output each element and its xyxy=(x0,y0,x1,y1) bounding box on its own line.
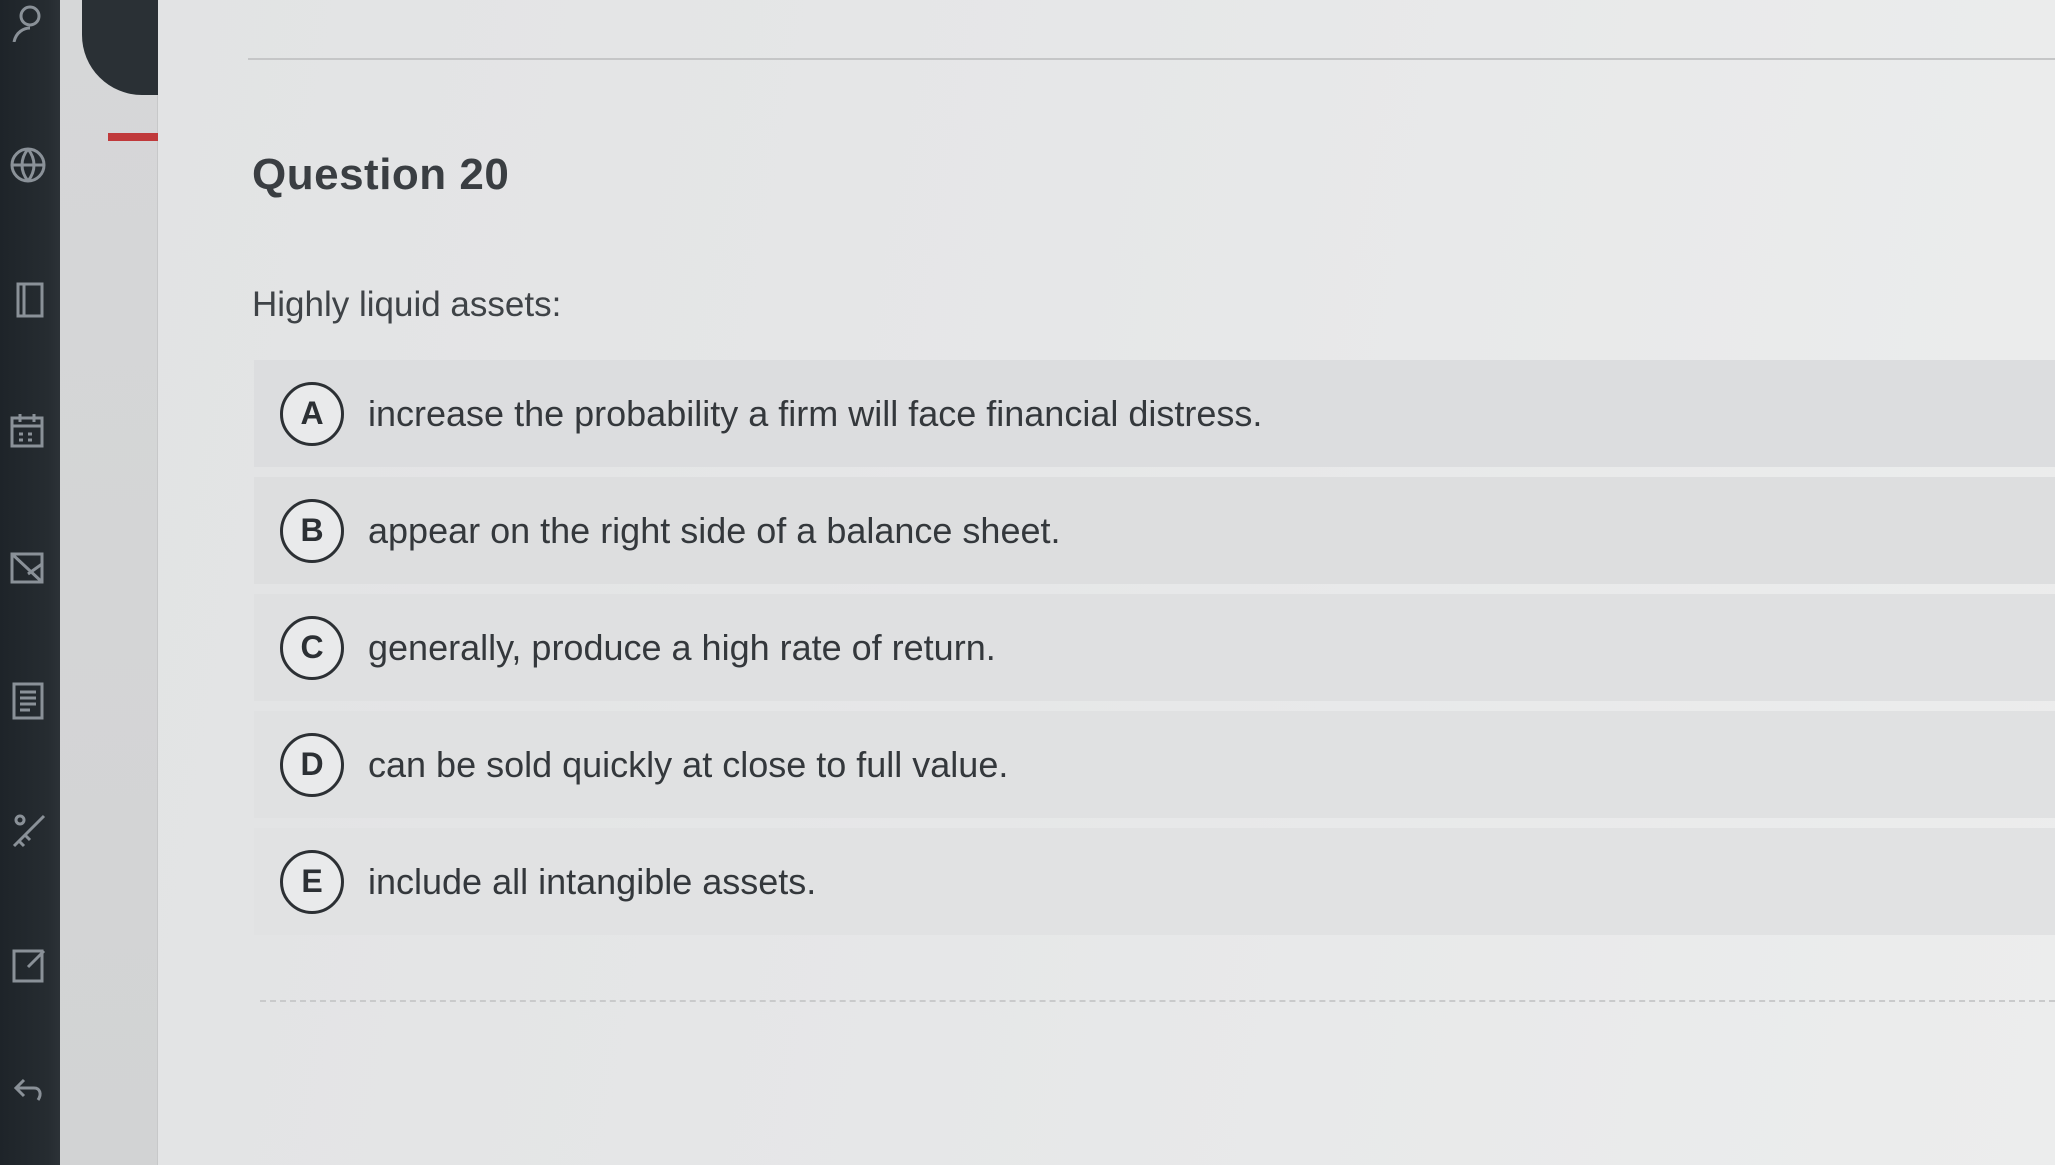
option-text[interactable]: generally, produce a high rate of return… xyxy=(368,627,996,669)
globe-icon[interactable] xyxy=(8,145,48,185)
option-c[interactable]: C generally, produce a high rate of retu… xyxy=(254,594,2055,701)
question-area: Question 20 Highly liquid assets: A incr… xyxy=(158,0,2055,1165)
icon-rail xyxy=(0,0,60,1165)
inbox-icon[interactable] xyxy=(8,548,48,588)
tools-icon[interactable] xyxy=(8,810,48,850)
option-text[interactable]: include all intangible assets. xyxy=(368,861,816,903)
question-title: Question 20 xyxy=(252,150,510,199)
option-d[interactable]: D can be sold quickly at close to full v… xyxy=(254,711,2055,818)
option-letter-badge[interactable]: E xyxy=(280,849,344,914)
divider xyxy=(260,1000,2055,1002)
user-icon[interactable] xyxy=(8,2,48,42)
secondary-panel xyxy=(60,0,206,1165)
option-letter-badge[interactable]: A xyxy=(280,381,344,446)
option-text[interactable]: appear on the right side of a balance sh… xyxy=(368,510,1061,552)
app-window: Question 20 Highly liquid assets: A incr… xyxy=(0,0,2055,1165)
divider xyxy=(248,58,2055,60)
option-letter-badge[interactable]: B xyxy=(280,498,344,563)
back-arrow-icon[interactable] xyxy=(8,1070,48,1110)
option-letter-badge[interactable]: C xyxy=(280,615,344,680)
option-b[interactable]: B appear on the right side of a balance … xyxy=(254,477,2055,584)
calendar-icon[interactable] xyxy=(8,410,48,450)
book-icon[interactable] xyxy=(8,280,48,320)
edit-icon[interactable] xyxy=(8,945,48,985)
option-letter-badge[interactable]: D xyxy=(280,732,344,797)
option-e[interactable]: E include all intangible assets. xyxy=(254,828,2055,935)
document-icon[interactable] xyxy=(8,680,48,720)
option-text[interactable]: increase the probability a firm will fac… xyxy=(368,393,1262,435)
answer-options: A increase the probability a firm will f… xyxy=(254,360,2055,945)
question-prompt: Highly liquid assets: xyxy=(252,285,562,324)
option-text[interactable]: can be sold quickly at close to full val… xyxy=(368,744,1008,786)
option-a[interactable]: A increase the probability a firm will f… xyxy=(254,360,2055,467)
